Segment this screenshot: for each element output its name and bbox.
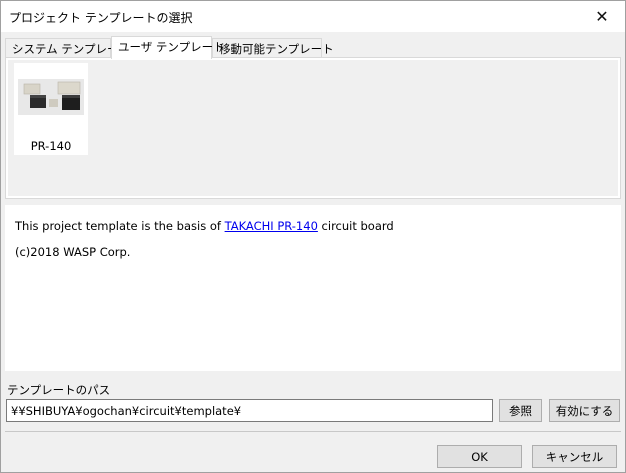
template-list-panel: PR-140 bbox=[5, 57, 621, 199]
template-path-input[interactable] bbox=[6, 399, 493, 422]
tab-system-templates[interactable]: システム テンプレート bbox=[5, 38, 130, 58]
template-item-pr-140[interactable]: PR-140 bbox=[14, 63, 88, 155]
title-bar: プロジェクト テンプレートの選択 ✕ bbox=[1, 1, 625, 32]
enable-button[interactable]: 有効にする bbox=[549, 399, 620, 422]
cancel-button[interactable]: キャンセル bbox=[532, 445, 617, 468]
dialog-window: プロジェクト テンプレートの選択 ✕ システム テンプレート ユーザ テンプレー… bbox=[0, 0, 626, 473]
template-list: PR-140 bbox=[8, 60, 618, 196]
description-prefix: This project template is the basis of bbox=[15, 219, 225, 233]
close-icon[interactable]: ✕ bbox=[579, 1, 625, 32]
copyright-text: (c)2018 WASP Corp. bbox=[15, 245, 131, 259]
ok-button[interactable]: OK bbox=[437, 445, 522, 468]
enclosure-boxes-image bbox=[18, 79, 84, 115]
template-label: PR-140 bbox=[30, 139, 72, 153]
tab-portable-templates[interactable]: 移動可能テンプレート bbox=[212, 38, 334, 58]
template-description: This project template is the basis of TA… bbox=[5, 205, 621, 371]
browse-button[interactable]: 参照 bbox=[499, 399, 542, 422]
description-suffix: circuit board bbox=[317, 219, 394, 233]
divider bbox=[5, 431, 621, 432]
tab-user-templates[interactable]: ユーザ テンプレート bbox=[111, 36, 225, 59]
dialog-title: プロジェクト テンプレートの選択 bbox=[9, 11, 193, 25]
product-link[interactable]: TAKACHI PR-140 bbox=[225, 219, 318, 233]
description-text: This project template is the basis of TA… bbox=[15, 219, 394, 233]
template-path-label: テンプレートのパス bbox=[7, 383, 111, 397]
